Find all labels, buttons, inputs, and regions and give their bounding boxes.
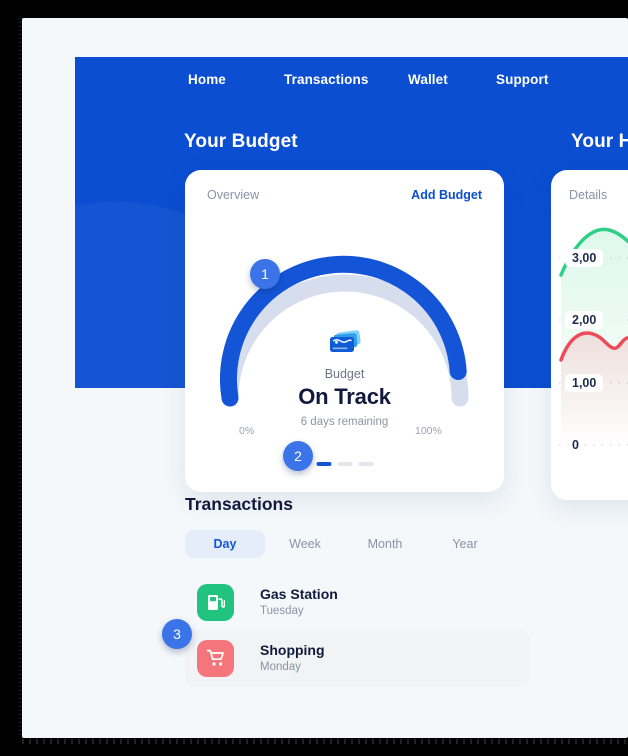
budget-card-header: Overview Add Budget bbox=[185, 188, 504, 202]
tab-week[interactable]: Week bbox=[265, 530, 345, 558]
section-title-budget: Your Budget bbox=[184, 131, 298, 152]
chart-ylabel-3000: 3,00 bbox=[565, 249, 604, 267]
tab-day[interactable]: Day bbox=[185, 530, 265, 558]
gauge-tick-min: 0% bbox=[239, 425, 255, 437]
carousel-dots[interactable] bbox=[316, 462, 373, 466]
chart-ylabel-2000: 2,00 bbox=[565, 311, 604, 329]
budget-status-text: On Track bbox=[298, 384, 391, 409]
history-card-label: Details bbox=[569, 188, 608, 202]
budget-gauge: Budget On Track 6 days remaining bbox=[216, 222, 474, 428]
main-navigation[interactable]: Home Transactions Wallet Support bbox=[188, 72, 586, 87]
transaction-day: Monday bbox=[260, 661, 301, 674]
carousel-dot-3[interactable] bbox=[358, 462, 373, 466]
tab-year[interactable]: Year bbox=[425, 530, 505, 558]
chart-ylabel-1000: 1,00 bbox=[565, 374, 604, 392]
carousel-dot-1[interactable] bbox=[316, 462, 331, 466]
app-canvas: Home Transactions Wallet Support Your Bu… bbox=[22, 18, 628, 738]
budget-gauge-sublabel: Budget bbox=[324, 367, 365, 381]
gauge-tick-max: 100% bbox=[415, 425, 442, 437]
frame-edge-artifact-bottom bbox=[22, 739, 628, 744]
add-budget-button[interactable]: Add Budget bbox=[411, 188, 482, 202]
cards-stack-icon bbox=[329, 330, 361, 352]
history-chart: 3,00 2,00 1,00 0 bbox=[551, 220, 628, 470]
transaction-text: Shopping Monday bbox=[260, 641, 325, 675]
transactions-tabs[interactable]: Day Week Month Year bbox=[185, 530, 505, 558]
chart-ylabel-0: 0 bbox=[572, 438, 579, 452]
budget-gauge-center: Budget On Track 6 days remaining bbox=[216, 330, 474, 428]
nav-item-wallet[interactable]: Wallet bbox=[408, 72, 496, 87]
shopping-cart-icon bbox=[197, 639, 234, 677]
transaction-day: Tuesday bbox=[260, 605, 304, 618]
carousel-dot-2[interactable] bbox=[337, 462, 352, 466]
table-row[interactable]: Shopping Monday bbox=[185, 630, 530, 686]
transaction-text: Gas Station Tuesday bbox=[260, 585, 338, 619]
gas-pump-icon bbox=[197, 583, 234, 621]
callout-badge-2[interactable]: 2 bbox=[283, 441, 313, 471]
tab-month[interactable]: Month bbox=[345, 530, 425, 558]
transactions-title: Transactions bbox=[185, 494, 293, 514]
history-details-card: Details 3,00 2,00 1,00 0 bbox=[551, 170, 628, 500]
callout-badge-1[interactable]: 1 bbox=[250, 259, 280, 289]
budget-overview-card: Overview Add Budget Budget On Track 6 da… bbox=[185, 170, 504, 492]
section-title-history: Your Hist bbox=[571, 131, 628, 152]
table-row[interactable]: Gas Station Tuesday bbox=[185, 574, 530, 630]
screenshot-root: Home Transactions Wallet Support Your Bu… bbox=[0, 0, 628, 756]
nav-item-support[interactable]: Support bbox=[496, 72, 586, 87]
nav-item-home[interactable]: Home bbox=[188, 72, 284, 87]
callout-badge-3[interactable]: 3 bbox=[162, 619, 192, 649]
transaction-name: Gas Station bbox=[260, 585, 338, 602]
budget-card-label: Overview bbox=[207, 188, 260, 202]
nav-item-transactions[interactable]: Transactions bbox=[284, 72, 408, 87]
transactions-list: Gas Station Tuesday Shopping Monday bbox=[185, 574, 530, 686]
transaction-name: Shopping bbox=[260, 641, 325, 658]
